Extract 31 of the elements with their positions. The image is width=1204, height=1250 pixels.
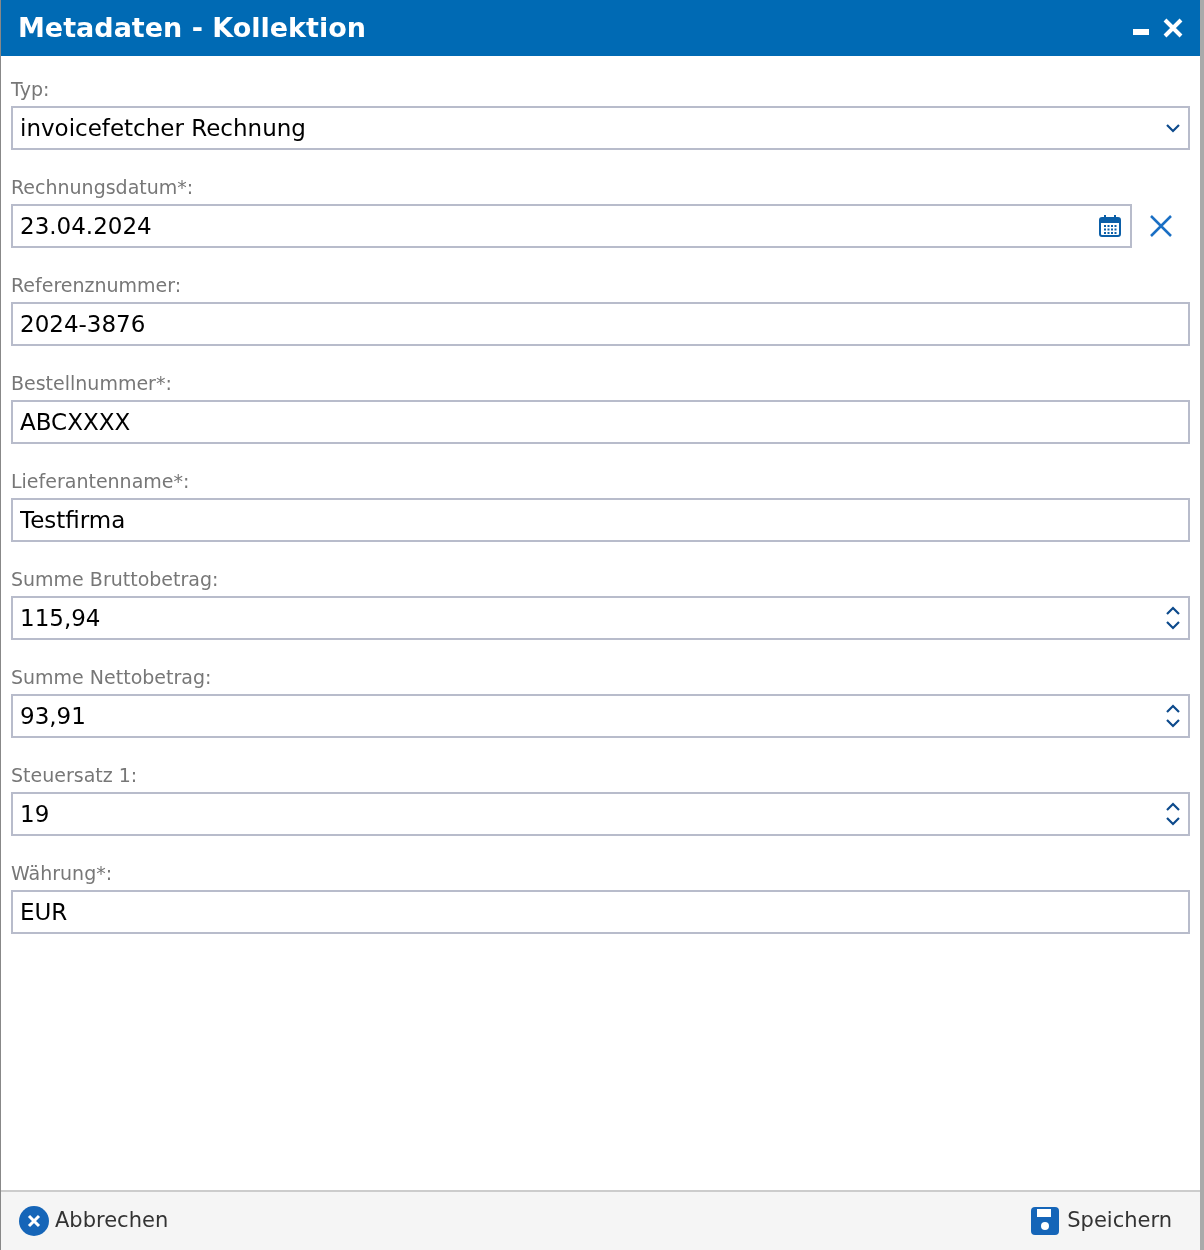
save-button[interactable]: Speichern xyxy=(1031,1205,1172,1237)
chevron-up-icon[interactable] xyxy=(1166,606,1180,615)
input-field[interactable]: 115,94 xyxy=(11,596,1190,640)
chevron-up-icon[interactable] xyxy=(1166,802,1180,811)
input-field[interactable]: Testfirma xyxy=(11,498,1190,542)
cancel-button[interactable]: Abbrechen xyxy=(19,1205,169,1237)
window-title: Metadaten - Kollektion xyxy=(18,10,367,45)
chevron-down-icon[interactable] xyxy=(1166,123,1180,133)
field-label: Typ: xyxy=(11,77,51,102)
close-button[interactable] xyxy=(1163,18,1183,38)
calendar-icon[interactable] xyxy=(1098,214,1122,238)
input-field[interactable]: 19 xyxy=(11,792,1190,836)
chevron-down-icon[interactable] xyxy=(1166,719,1180,728)
field-label: Bestellnummer*: xyxy=(11,371,173,396)
chevron-up-icon[interactable] xyxy=(1166,704,1180,713)
input-field[interactable]: 93,91 xyxy=(11,694,1190,738)
input-field[interactable]: invoicefetcher Rechnung xyxy=(11,106,1190,150)
field-label: Rechnungsdatum*: xyxy=(11,175,195,200)
field-label: Referenznummer: xyxy=(11,273,183,298)
input-field[interactable]: EUR xyxy=(11,890,1190,934)
field-label: Summe Nettobetrag: xyxy=(11,665,213,690)
field-label: Lieferantenname*: xyxy=(11,469,191,494)
input-field[interactable]: ABCXXXX xyxy=(11,400,1190,444)
chevron-down-icon[interactable] xyxy=(1166,817,1180,826)
input-field[interactable]: 2024-3876 xyxy=(11,302,1190,346)
field-label: Summe Bruttobetrag: xyxy=(11,567,220,592)
field-label: Steuersatz 1: xyxy=(11,763,139,788)
chevron-down-icon[interactable] xyxy=(1166,621,1180,630)
close-circle-icon xyxy=(19,1206,49,1236)
input-field[interactable]: 23.04.2024 xyxy=(11,204,1132,248)
field-label: Währung*: xyxy=(11,861,114,886)
